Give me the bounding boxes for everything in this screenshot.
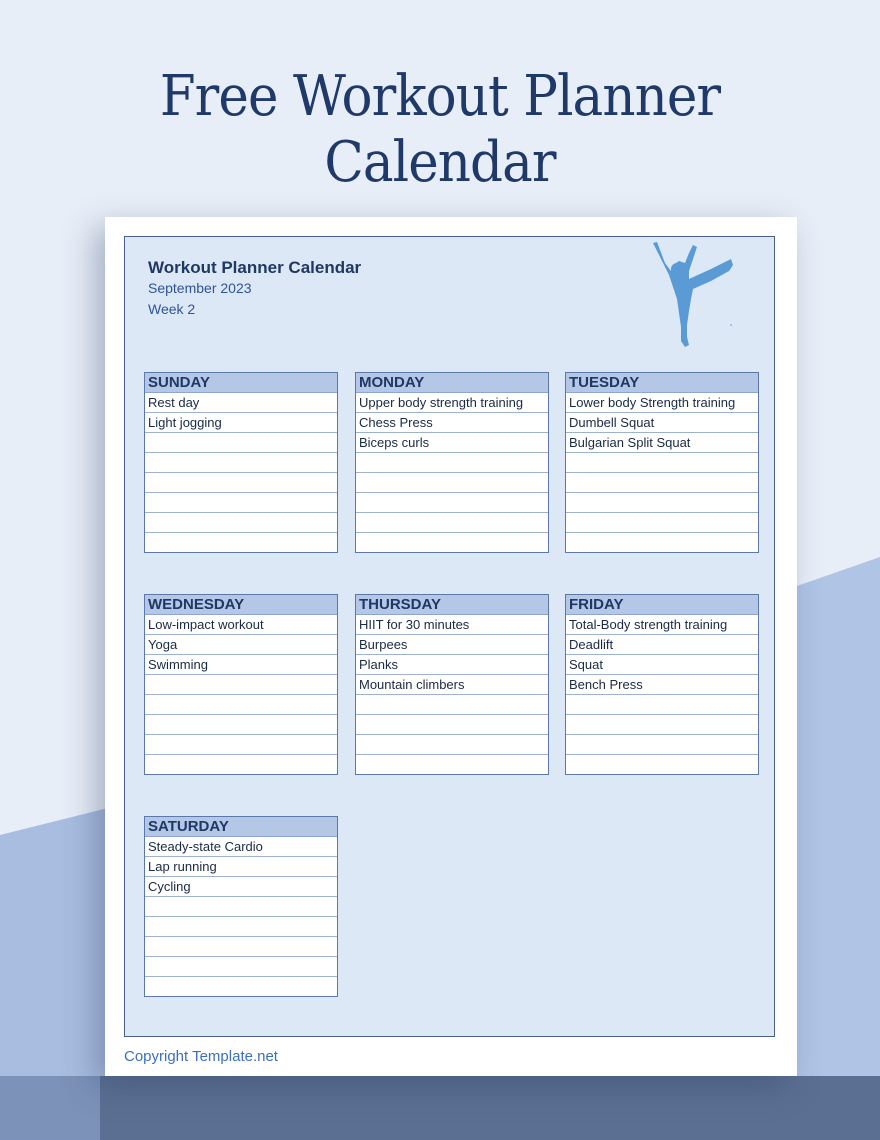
day-entry[interactable] xyxy=(145,453,337,473)
day-entry[interactable] xyxy=(145,715,337,735)
day-entry[interactable] xyxy=(566,493,758,513)
day-entry[interactable]: HIIT for 30 minutes xyxy=(356,615,548,635)
day-entry[interactable] xyxy=(566,715,758,735)
day-header: FRIDAY xyxy=(566,595,758,615)
day-entry[interactable]: Chess Press xyxy=(356,413,548,433)
day-entry[interactable] xyxy=(356,473,548,493)
day-entry[interactable]: Bench Press xyxy=(566,675,758,695)
day-entry[interactable] xyxy=(145,897,337,917)
day-entry[interactable] xyxy=(356,453,548,473)
day-card-friday: FRIDAY Total-Body strength training Dead… xyxy=(565,594,759,775)
day-entry[interactable]: Dumbell Squat xyxy=(566,413,758,433)
day-entry[interactable] xyxy=(566,473,758,493)
day-entry[interactable] xyxy=(566,755,758,774)
day-entry[interactable] xyxy=(566,735,758,755)
day-card-wednesday: WEDNESDAY Low-impact workout Yoga Swimmi… xyxy=(144,594,338,775)
day-entry[interactable]: Light jogging xyxy=(145,413,337,433)
day-header: THURSDAY xyxy=(356,595,548,615)
day-entry[interactable] xyxy=(145,957,337,977)
day-entry[interactable]: Mountain climbers xyxy=(356,675,548,695)
dancer-silhouette-icon xyxy=(653,242,733,347)
day-entry[interactable]: Squat xyxy=(566,655,758,675)
planner-month: September 2023 xyxy=(148,280,252,296)
day-entry[interactable]: Cycling xyxy=(145,877,337,897)
day-entry[interactable]: Low-impact workout xyxy=(145,615,337,635)
day-entry[interactable] xyxy=(356,755,548,774)
day-entry[interactable]: Swimming xyxy=(145,655,337,675)
day-entry[interactable] xyxy=(145,937,337,957)
day-entry[interactable] xyxy=(145,473,337,493)
day-entry[interactable] xyxy=(566,513,758,533)
background-shadow-band xyxy=(0,1076,880,1140)
day-card-saturday: SATURDAY Steady-state Cardio Lap running… xyxy=(144,816,338,997)
day-entry[interactable] xyxy=(145,977,337,996)
planner-week: Week 2 xyxy=(148,301,196,317)
day-entry[interactable] xyxy=(145,755,337,774)
day-entry[interactable]: Deadlift xyxy=(566,635,758,655)
day-header: TUESDAY xyxy=(566,373,758,393)
day-entry[interactable] xyxy=(566,453,758,473)
day-entry[interactable]: Total-Body strength training xyxy=(566,615,758,635)
day-entry[interactable]: Lap running xyxy=(145,857,337,877)
day-entry[interactable] xyxy=(566,533,758,552)
day-entry[interactable] xyxy=(356,533,548,552)
day-entry[interactable] xyxy=(145,675,337,695)
day-entry[interactable]: Planks xyxy=(356,655,548,675)
day-card-monday: MONDAY Upper body strength training Ches… xyxy=(355,372,549,553)
day-entry[interactable] xyxy=(145,735,337,755)
hero-title-line-1: Free Workout Planner xyxy=(159,64,721,129)
day-entry[interactable] xyxy=(145,513,337,533)
planner-sheet: Workout Planner Calendar September 2023 … xyxy=(105,217,797,1076)
day-entry[interactable] xyxy=(145,533,337,552)
day-entry[interactable] xyxy=(145,695,337,715)
hero-title: Free Workout Planner Calendar xyxy=(35,64,845,196)
day-entry[interactable]: Biceps curls xyxy=(356,433,548,453)
planner-panel: Workout Planner Calendar September 2023 … xyxy=(124,236,775,1037)
day-entry[interactable] xyxy=(356,715,548,735)
day-entry[interactable]: Lower body Strength training xyxy=(566,393,758,413)
copyright-link[interactable]: Copyright Template.net xyxy=(124,1048,278,1065)
day-entry[interactable]: Bulgarian Split Squat xyxy=(566,433,758,453)
day-card-sunday: SUNDAY Rest day Light jogging xyxy=(144,372,338,553)
day-entry[interactable]: Yoga xyxy=(145,635,337,655)
hero-title-line-2: Calendar xyxy=(324,130,556,195)
day-entry[interactable] xyxy=(356,493,548,513)
day-entry[interactable] xyxy=(566,695,758,715)
day-header: WEDNESDAY xyxy=(145,595,337,615)
day-entry[interactable]: Rest day xyxy=(145,393,337,413)
day-header: MONDAY xyxy=(356,373,548,393)
day-entry[interactable]: Upper body strength training xyxy=(356,393,548,413)
planner-title: Workout Planner Calendar xyxy=(148,258,362,277)
day-header: SATURDAY xyxy=(145,817,337,837)
day-card-thursday: THURSDAY HIIT for 30 minutes Burpees Pla… xyxy=(355,594,549,775)
day-entry[interactable] xyxy=(356,735,548,755)
day-entry[interactable] xyxy=(356,695,548,715)
day-header: SUNDAY xyxy=(145,373,337,393)
day-card-tuesday: TUESDAY Lower body Strength training Dum… xyxy=(565,372,759,553)
day-entry[interactable]: Steady-state Cardio xyxy=(145,837,337,857)
day-entry[interactable] xyxy=(145,493,337,513)
day-entry[interactable] xyxy=(356,513,548,533)
day-entry[interactable] xyxy=(145,917,337,937)
day-entry[interactable]: Burpees xyxy=(356,635,548,655)
day-entry[interactable] xyxy=(145,433,337,453)
